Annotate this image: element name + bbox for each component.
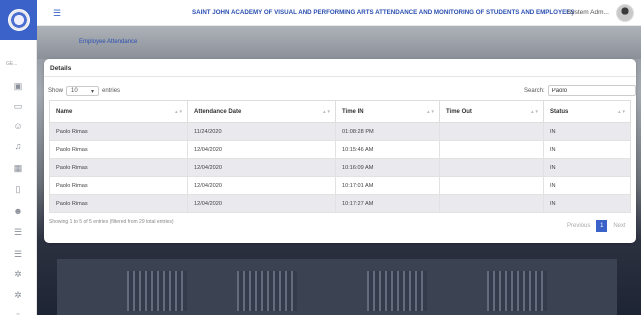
page-1-button[interactable]: 1 bbox=[596, 220, 608, 232]
column-header-time-in[interactable]: Time IN ▲▼ bbox=[335, 100, 440, 123]
cell-time-out bbox=[439, 158, 544, 177]
search-label: Search: bbox=[524, 87, 545, 94]
table-info: Showing 1 to 5 of 5 entries (filtered fr… bbox=[49, 219, 174, 225]
sort-icon: ▲▼ bbox=[322, 109, 331, 114]
list-icon[interactable]: ☰ bbox=[12, 226, 24, 238]
top-navbar: ☰ SAINT JOHN ACADEMY OF VISUAL AND PERFO… bbox=[37, 0, 641, 26]
background-window bbox=[127, 271, 187, 311]
cell-time-in: 10:15:46 AM bbox=[335, 140, 440, 159]
next-button[interactable]: Next bbox=[610, 221, 628, 231]
table-row: Paolo Rimas 12/04/2020 10:17:01 AM IN bbox=[49, 176, 631, 195]
background-window bbox=[237, 271, 297, 311]
cell-date: 12/04/2020 bbox=[187, 194, 336, 213]
bell-icon[interactable]: ♫ bbox=[12, 140, 24, 152]
cell-name: Paolo Rimas bbox=[49, 176, 188, 195]
calendar-icon[interactable]: ▦ bbox=[12, 162, 24, 174]
cell-name: Paolo Rimas bbox=[49, 158, 188, 177]
sidebar: GE... ▣ ▭ ☺ ♫ ▦ ▯ ☻ ☰ ☰ ✲ ✲ ▫ bbox=[0, 0, 37, 315]
cell-date: 12/04/2020 bbox=[187, 140, 336, 159]
message-icon[interactable]: ▭ bbox=[12, 100, 24, 112]
sort-icon: ▲▼ bbox=[174, 109, 183, 114]
users-icon[interactable]: ☺ bbox=[12, 120, 24, 132]
cell-status: IN bbox=[543, 194, 631, 213]
table-row: Paolo Rimas 12/04/2020 10:16:09 AM IN bbox=[49, 158, 631, 177]
details-card: Details Show 10 ▾ entries Search: Name▲▼… bbox=[44, 59, 636, 243]
cell-date: 12/04/2020 bbox=[187, 158, 336, 177]
column-header-attendance-date[interactable]: Attendance Date ▲▼ bbox=[187, 100, 336, 123]
attendance-table: Name ▲▼ Attendance Date ▲▼ Time IN ▲▼ Time … bbox=[49, 100, 631, 213]
cell-time-out bbox=[439, 140, 544, 159]
card-divider bbox=[44, 76, 636, 77]
sidebar-section-label: GE... bbox=[6, 61, 18, 67]
cell-name: Paolo Rimas bbox=[49, 122, 188, 141]
avatar[interactable] bbox=[616, 4, 634, 22]
column-header-name[interactable]: Name ▲▼ bbox=[49, 100, 188, 123]
cell-time-out bbox=[439, 194, 544, 213]
cell-time-out bbox=[439, 122, 544, 141]
entries-length-control: Show 10 ▾ entries bbox=[48, 86, 120, 96]
school-logo[interactable] bbox=[7, 9, 30, 31]
cell-status: IN bbox=[543, 158, 631, 177]
chevron-down-icon: ▾ bbox=[91, 88, 95, 95]
app-title: SAINT JOHN ACADEMY OF VISUAL AND PERFORM… bbox=[192, 9, 575, 16]
dashboard-icon[interactable]: ▣ bbox=[12, 80, 24, 92]
cell-status: IN bbox=[543, 176, 631, 195]
sidebar-header bbox=[0, 0, 37, 40]
cell-status: IN bbox=[543, 140, 631, 159]
search-input[interactable] bbox=[547, 85, 636, 96]
previous-button[interactable]: Previous bbox=[564, 221, 593, 231]
table-row: Paolo Rimas 12/04/2020 10:17:27 AM IN bbox=[49, 194, 631, 213]
cell-date: 12/04/2020 bbox=[187, 176, 336, 195]
cell-time-in: 01:08:28 PM bbox=[335, 122, 440, 141]
cell-date: 11/24/2020 bbox=[187, 122, 336, 141]
table-header-row: Name ▲▼ Attendance Date ▲▼ Time IN ▲▼ Time … bbox=[49, 100, 631, 123]
people-icon[interactable]: ☻ bbox=[12, 205, 24, 217]
show-label: Show bbox=[48, 88, 64, 94]
column-header-status[interactable]: Status ▲▼ bbox=[543, 100, 631, 123]
search-control: Search: bbox=[524, 85, 636, 96]
tablet-icon[interactable]: ▯ bbox=[12, 183, 24, 195]
cell-time-in: 10:16:09 AM bbox=[335, 158, 440, 177]
gear-icon[interactable]: ✲ bbox=[12, 268, 24, 280]
hamburger-icon[interactable]: ☰ bbox=[53, 8, 61, 19]
background-window bbox=[487, 271, 547, 311]
entries-select[interactable]: 10 ▾ bbox=[66, 86, 100, 96]
sort-icon: ▲▼ bbox=[617, 109, 626, 114]
pagination: Previous 1 Next bbox=[564, 220, 629, 232]
table-row: Paolo Rimas 12/04/2020 10:15:46 AM IN bbox=[49, 140, 631, 159]
user-name[interactable]: System Adm... bbox=[567, 9, 609, 16]
cell-time-in: 10:17:27 AM bbox=[335, 194, 440, 213]
sort-icon: ▲▼ bbox=[426, 109, 435, 114]
column-header-time-out[interactable]: Time Out ▲▼ bbox=[439, 100, 544, 123]
entries-value: 10 bbox=[71, 88, 78, 94]
table-row: Paolo Rimas 11/24/2020 01:08:28 PM IN bbox=[49, 122, 631, 141]
cell-name: Paolo Rimas bbox=[49, 194, 188, 213]
list-icon[interactable]: ☰ bbox=[12, 248, 24, 260]
sort-icon: ▲▼ bbox=[530, 109, 539, 114]
more-icon[interactable]: ▫ bbox=[12, 308, 24, 315]
cell-time-in: 10:17:01 AM bbox=[335, 176, 440, 195]
gear-icon[interactable]: ✲ bbox=[12, 289, 24, 301]
cell-time-out bbox=[439, 176, 544, 195]
cell-status: IN bbox=[543, 122, 631, 141]
card-title: Details bbox=[50, 65, 72, 72]
cell-name: Paolo Rimas bbox=[49, 140, 188, 159]
entries-label: entries bbox=[102, 88, 121, 94]
background-window bbox=[367, 271, 427, 311]
page-title: Employee Attendance bbox=[79, 39, 138, 45]
